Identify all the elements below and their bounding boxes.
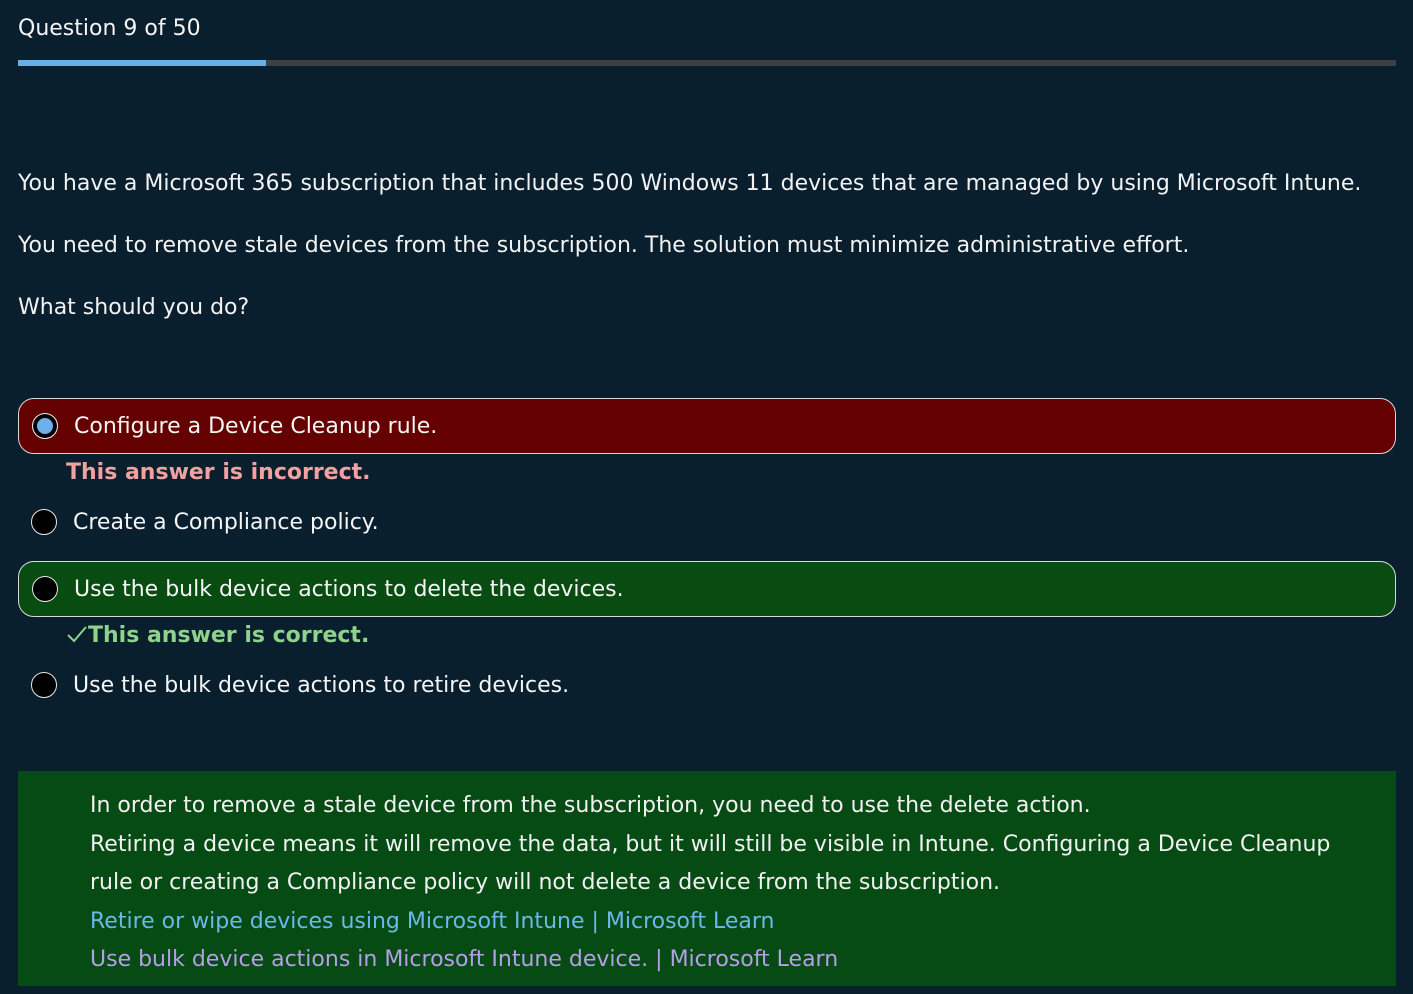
explanation-panel: In order to remove a stale device from t… (18, 771, 1396, 986)
answer-option-label: Use the bulk device actions to delete th… (74, 576, 624, 602)
question-prompt: What should you do? (18, 295, 250, 320)
correct-feedback: This answer is correct. (88, 623, 370, 648)
question-paragraph: You have a Microsoft 365 subscription th… (18, 171, 1362, 196)
progress-bar (18, 60, 1396, 66)
answer-option[interactable]: Use the bulk device actions to delete th… (18, 561, 1396, 617)
answer-option-label: Use the bulk device actions to retire de… (73, 672, 570, 698)
quiz-page: Question 9 of 50 You have a Microsoft 36… (0, 0, 1413, 994)
radio-button-selected[interactable] (32, 413, 58, 439)
checkmark-icon (67, 626, 87, 643)
radio-button[interactable] (31, 509, 57, 535)
question-counter: Question 9 of 50 (18, 16, 201, 41)
radio-button[interactable] (32, 576, 58, 602)
reference-link[interactable]: Retire or wipe devices using Microsoft I… (90, 909, 774, 934)
answer-option[interactable]: Use the bulk device actions to retire de… (18, 657, 1396, 713)
answer-option-label: Create a Compliance policy. (73, 509, 379, 535)
answer-option[interactable]: Create a Compliance policy. (18, 494, 1396, 550)
progress-bar-fill (18, 60, 267, 66)
answer-option-label: Configure a Device Cleanup rule. (74, 413, 438, 439)
incorrect-feedback: This answer is incorrect. (66, 460, 371, 485)
reference-link-visited[interactable]: Use bulk device actions in Microsoft Int… (90, 947, 838, 972)
answer-option[interactable]: Configure a Device Cleanup rule. (18, 398, 1396, 454)
explanation-text: Retiring a device means it will remove t… (90, 831, 1331, 896)
radio-button[interactable] (31, 672, 57, 698)
question-paragraph: You need to remove stale devices from th… (18, 233, 1190, 258)
correct-feedback-row: This answer is correct. (66, 623, 369, 648)
question-text: You have a Microsoft 365 subscription th… (18, 168, 1388, 354)
explanation-text: In order to remove a stale device from t… (90, 793, 1091, 818)
